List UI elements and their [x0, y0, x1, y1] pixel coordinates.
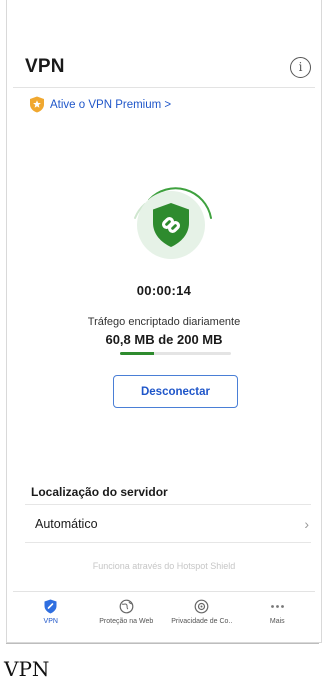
divider [25, 542, 311, 543]
tab-more[interactable]: Mais [240, 592, 316, 637]
more-dots-icon [270, 599, 285, 614]
server-location-row[interactable]: Automático › [25, 506, 309, 542]
tab-label: Privacidade de Co.. [171, 618, 233, 625]
server-location-value: Automático [35, 517, 98, 531]
info-icon[interactable]: i [290, 56, 311, 78]
star-badge-icon [29, 96, 45, 113]
bottom-tab-bar: VPN Proteção na Web Privacidade de Co.. [13, 591, 315, 637]
tab-privacy[interactable]: Privacidade de Co.. [164, 592, 240, 637]
traffic-label: Tráfego encriptado diariamente [87, 316, 241, 328]
tab-vpn[interactable]: VPN [13, 592, 89, 637]
caption-divider [6, 643, 319, 644]
vpn-status-shield [137, 191, 205, 259]
divider [25, 504, 311, 505]
vpn-shield-icon [43, 599, 58, 614]
app-screen: VPN i Ative o VPN Premium > 00:00:14 Trá… [6, 0, 322, 643]
tab-web-protection[interactable]: Proteção na Web [89, 592, 165, 637]
connection-timer: 00:00:14 [136, 283, 192, 298]
privacy-icon [194, 599, 209, 614]
chevron-right-icon: › [304, 516, 309, 532]
tab-label: Mais [269, 618, 285, 625]
shield-link-icon [153, 203, 189, 247]
tab-label: Proteção na Web [99, 618, 154, 625]
powered-by-text: Funciona através do Hotspot Shield [92, 561, 236, 571]
traffic-value: 60,8 MB de 200 MB [105, 332, 223, 347]
traffic-progress-fill [120, 352, 154, 355]
page-title: VPN [25, 56, 65, 77]
premium-label: Ative o VPN Premium > [50, 98, 172, 111]
traffic-progress-bar [120, 352, 231, 355]
tab-label: VPN [43, 618, 58, 625]
premium-link[interactable]: Ative o VPN Premium > [29, 96, 171, 113]
header: VPN i [25, 52, 311, 82]
server-section-title: Localização do servidor [31, 485, 168, 499]
header-divider [13, 87, 315, 88]
globe-icon [119, 599, 134, 614]
screen-caption: VPN [4, 657, 50, 681]
disconnect-button[interactable]: Desconectar [113, 375, 238, 408]
